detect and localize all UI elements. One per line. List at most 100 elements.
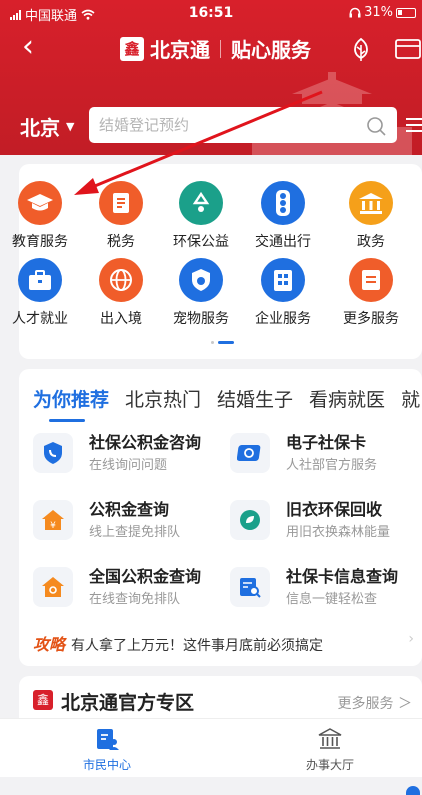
battery-percent: 31% bbox=[364, 5, 393, 20]
house-search-icon bbox=[33, 567, 73, 607]
service-label: 税务 bbox=[107, 234, 135, 250]
city-selector[interactable]: 北京 ▼ bbox=[20, 112, 74, 141]
tab-beijing-hot[interactable]: 北京热门 bbox=[125, 385, 201, 412]
rec-item-subtitle: 在线查询免排队 bbox=[89, 592, 181, 607]
service-label: 人才就业 bbox=[12, 311, 68, 327]
brand-separator bbox=[220, 39, 221, 58]
header: 中国联通 16:51 31% ‹ 鑫 北京通 贴心服务 北京 ▼ bbox=[0, 0, 422, 155]
brand: 鑫 北京通 贴心服务 bbox=[120, 34, 311, 63]
recommend-panel: 为你推荐 北京热门 结婚生子 看病就医 就 社保公积金咨询 在线询问问题 电子社… bbox=[19, 369, 422, 666]
house-yuan-icon: ¥ bbox=[33, 500, 73, 540]
tab-employment[interactable]: 就 bbox=[401, 385, 420, 412]
rec-item-title: 电子社保卡 bbox=[286, 433, 367, 452]
shield-phone-icon bbox=[33, 433, 73, 473]
tab-service-hall[interactable]: 办事大厅 bbox=[270, 727, 390, 773]
service-traffic[interactable]: 交通出行 bbox=[241, 181, 325, 251]
service-title: 贴心服务 bbox=[231, 38, 311, 62]
mortarboard-icon bbox=[18, 181, 62, 225]
rec-item-title: 旧衣环保回收 bbox=[286, 500, 383, 519]
service-label: 更多服务 bbox=[343, 311, 399, 327]
rec-item-clothes-recycle[interactable]: 旧衣环保回收 用旧衣换森林能量 bbox=[230, 496, 422, 544]
caret-down-icon: ▼ bbox=[66, 120, 75, 133]
search-box[interactable] bbox=[89, 107, 397, 143]
rec-item-subtitle: 线上查提免排队 bbox=[89, 525, 181, 540]
rec-item-title: 社保卡信息查询 bbox=[286, 567, 399, 586]
rec-item-title: 全国公积金查询 bbox=[89, 567, 202, 586]
official-title: 北京通官方专区 bbox=[61, 692, 195, 714]
service-tax[interactable]: 税务 bbox=[79, 181, 163, 251]
page-indicator bbox=[211, 341, 234, 344]
tip-text: 有人拿了上万元！这件事月底前必须搞定 bbox=[71, 638, 324, 654]
rec-item-provident-fund[interactable]: ¥ 公积金查询 线上查提免排队 bbox=[33, 496, 233, 544]
tab-marriage[interactable]: 结婚生子 bbox=[217, 385, 293, 412]
service-hall-icon bbox=[318, 728, 342, 749]
headphones-icon bbox=[349, 7, 361, 18]
service-label: 政务 bbox=[357, 234, 385, 250]
leaf-recycle-icon bbox=[230, 500, 270, 540]
service-label: 企业服务 bbox=[255, 311, 311, 327]
rec-item-e-social-card[interactable]: 电子社保卡 人社部官方服务 bbox=[230, 429, 422, 477]
tab-medical[interactable]: 看病就医 bbox=[309, 385, 385, 412]
service-eco[interactable]: 环保公益 bbox=[159, 181, 243, 251]
government-icon bbox=[349, 181, 393, 225]
tax-icon bbox=[99, 181, 143, 225]
navbar: ‹ 鑫 北京通 贴心服务 bbox=[0, 28, 422, 68]
rec-item-social-security-consult[interactable]: 社保公积金咨询 在线询问问题 bbox=[33, 429, 233, 477]
traffic-light-icon bbox=[261, 181, 305, 225]
svg-text:¥: ¥ bbox=[50, 521, 56, 531]
rec-item-national-fund[interactable]: 全国公积金查询 在线查询免排队 bbox=[33, 563, 233, 611]
chevron-right-icon: › bbox=[408, 631, 414, 647]
service-label: 教育服务 bbox=[12, 234, 68, 250]
service-label: 出入境 bbox=[100, 311, 142, 327]
back-icon[interactable]: ‹ bbox=[22, 32, 34, 62]
rec-item-subtitle: 用旧衣换森林能量 bbox=[286, 525, 391, 540]
globe-icon bbox=[99, 258, 143, 302]
tip-tag: 攻略 bbox=[33, 635, 66, 654]
service-label: 环保公益 bbox=[173, 234, 229, 250]
search-input[interactable] bbox=[99, 107, 349, 143]
city-label: 北京 bbox=[20, 116, 60, 140]
rec-item-subtitle: 信息一键轻松查 bbox=[286, 592, 378, 607]
pet-icon bbox=[179, 258, 223, 302]
wallet-icon[interactable] bbox=[394, 38, 422, 60]
rec-item-subtitle: 人社部官方服务 bbox=[286, 458, 378, 473]
tab-citizen-center[interactable]: 市民中心 bbox=[47, 727, 167, 773]
service-more[interactable]: 更多服务 bbox=[334, 258, 408, 328]
tab-label: 办事大厅 bbox=[305, 758, 354, 772]
search-row: 北京 ▼ bbox=[0, 104, 422, 144]
brand-logo: 鑫 bbox=[120, 36, 144, 61]
tip-banner[interactable]: 攻略 有人拿了上万元！这件事月底前必须搞定 › bbox=[33, 631, 418, 655]
tab-bar: 市民中心 办事大厅 bbox=[0, 718, 422, 777]
citizen-center-icon bbox=[97, 729, 119, 750]
brand-name: 北京通 bbox=[150, 38, 210, 62]
corner-badge bbox=[406, 786, 420, 795]
more-services-icon bbox=[349, 258, 393, 302]
service-immigration[interactable]: 出入境 bbox=[79, 258, 163, 328]
service-enterprise[interactable]: 企业服务 bbox=[241, 258, 325, 328]
tab-label: 市民中心 bbox=[82, 758, 131, 772]
service-education[interactable]: 教育服务 bbox=[0, 181, 82, 251]
leaf-icon[interactable] bbox=[348, 36, 374, 62]
service-government[interactable]: 政务 bbox=[341, 181, 401, 251]
more-services-link[interactable]: 更多服务 ＞ bbox=[338, 693, 412, 713]
rec-item-subtitle: 在线询问问题 bbox=[89, 458, 168, 473]
services-panel: 教育服务 税务 环保公益 交通出行 政务 人才就业 出入境 宠物服务 企业服务 … bbox=[12, 164, 422, 359]
building-icon bbox=[261, 258, 305, 302]
rec-item-title: 社保公积金咨询 bbox=[89, 433, 202, 452]
social-card-icon bbox=[230, 433, 270, 473]
battery-icon bbox=[396, 7, 416, 18]
recommend-tabs: 为你推荐 北京热门 结婚生子 看病就医 就 bbox=[33, 385, 420, 422]
status-bar: 中国联通 16:51 31% bbox=[0, 0, 422, 26]
recycle-icon bbox=[179, 181, 223, 225]
rec-item-title: 公积金查询 bbox=[89, 500, 170, 519]
rec-item-social-card-info[interactable]: 社保卡信息查询 信息一键轻松查 bbox=[230, 563, 422, 611]
service-label: 宠物服务 bbox=[173, 311, 229, 327]
service-jobs[interactable]: 人才就业 bbox=[0, 258, 82, 328]
service-pet[interactable]: 宠物服务 bbox=[159, 258, 243, 328]
tab-for-you[interactable]: 为你推荐 bbox=[33, 385, 109, 422]
service-label: 交通出行 bbox=[255, 234, 311, 250]
menu-icon[interactable] bbox=[406, 118, 422, 132]
search-icon[interactable] bbox=[365, 115, 387, 137]
bottom-strip bbox=[0, 777, 422, 795]
card-search-icon bbox=[230, 567, 270, 607]
